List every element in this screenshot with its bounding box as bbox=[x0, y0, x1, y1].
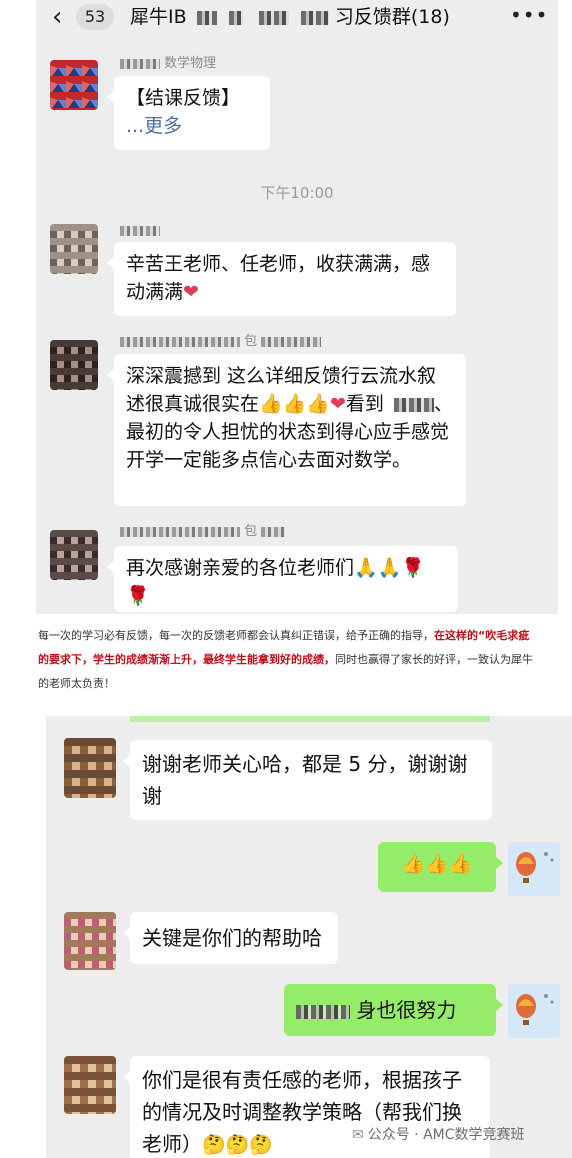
caption-highlight: 的要求下，学生的成绩渐渐上升，最终学生能拿到好的成绩， bbox=[38, 653, 335, 666]
message-bubble-self[interactable]: 身也很努力 bbox=[284, 984, 503, 1036]
message-text: 关键是你们的帮助哈 bbox=[142, 926, 322, 950]
caption-highlight: 在这样的“吹毛求疵 bbox=[434, 629, 530, 642]
avatar[interactable] bbox=[50, 60, 98, 110]
hot-air-balloon-icon bbox=[508, 984, 560, 1038]
redacted-text bbox=[261, 336, 322, 347]
partial-bubble bbox=[130, 716, 490, 722]
chat-title-suffix: 习反馈群(18) bbox=[334, 6, 450, 28]
message-bubble[interactable]: 关键是你们的帮助哈 bbox=[123, 912, 338, 964]
caption-paragraph: 每一次的学习必有反馈，每一次的反馈老师都会认真纠正错误，给予正确的指导，在这样的… bbox=[38, 624, 572, 696]
redacted-text bbox=[393, 397, 434, 412]
message-text: 【结课反馈】 bbox=[126, 87, 241, 109]
redacted-text bbox=[120, 225, 160, 236]
redacted-text bbox=[261, 526, 286, 537]
message-bubble[interactable]: 再次感谢亲爱的各位老师们🙏🙏🌹🌹 bbox=[107, 546, 458, 612]
message-text: 谢谢老师关心哈，都是 5 分，谢谢谢谢 bbox=[142, 752, 468, 808]
wechat-icon: ✉ bbox=[352, 1127, 364, 1143]
caption-text: 的老师太负责！ bbox=[38, 677, 115, 690]
top-chat-screenshot: ‹ 53 犀牛IB 习反馈群(18) ••• 数学物理 【结课反馈】 ...更多… bbox=[36, 0, 558, 614]
heart-icon: ❤ bbox=[183, 281, 199, 303]
message-text: 辛苦王老师、任老师，收获满满，感动满满 bbox=[126, 253, 431, 303]
heart-icon: ❤ bbox=[330, 393, 346, 415]
message-bubble[interactable]: 深深震撼到 这么详细反馈行云流水叙述很真诚很实在👍👍👍❤看到 、最初的令人担忧的… bbox=[107, 354, 466, 506]
avatar[interactable] bbox=[50, 530, 98, 580]
redacted-text bbox=[196, 10, 217, 25]
message-bubble[interactable]: 【结课反馈】 ...更多 bbox=[107, 76, 270, 150]
message-text: 再次感谢亲爱的各位老师们 bbox=[126, 557, 355, 579]
redacted-text bbox=[120, 526, 240, 537]
chat-title-prefix: 犀牛IB bbox=[130, 6, 187, 28]
ellipsis-icon[interactable]: ••• bbox=[510, 2, 548, 28]
chevron-left-icon[interactable]: ‹ bbox=[52, 4, 62, 30]
avatar[interactable] bbox=[64, 912, 116, 970]
avatar[interactable] bbox=[50, 340, 98, 390]
chat-navbar: ‹ 53 犀牛IB 习反馈群(18) ••• bbox=[36, 0, 558, 34]
redacted-text bbox=[228, 10, 243, 25]
avatar[interactable] bbox=[64, 738, 116, 798]
chat-title: 犀牛IB 习反馈群(18) bbox=[130, 4, 450, 30]
thumbs-up-icon: 👍👍👍 bbox=[401, 853, 473, 875]
message-text: 身也很努力 bbox=[356, 998, 457, 1022]
bottom-chat-screenshot: 谢谢老师关心哈，都是 5 分，谢谢谢谢 👍👍👍 关键是你们的帮助哈 身也很努力 bbox=[46, 716, 572, 1158]
sender-name: 包 bbox=[120, 524, 286, 540]
avatar[interactable] bbox=[64, 1056, 116, 1114]
sender-name: 数学物理 bbox=[120, 56, 216, 72]
caption-text: 同时也赢得了家长的好评，一致认为犀牛 bbox=[335, 653, 533, 666]
avatar[interactable] bbox=[50, 224, 98, 274]
redacted-text bbox=[300, 10, 329, 25]
redacted-text bbox=[258, 10, 289, 25]
message-text: 看到 bbox=[345, 393, 384, 415]
avatar-self[interactable] bbox=[508, 842, 560, 896]
more-link[interactable]: ...更多 bbox=[126, 112, 258, 140]
message-bubble-self[interactable]: 👍👍👍 bbox=[378, 842, 503, 892]
thumbs-up-icon: 👍👍👍 bbox=[259, 393, 330, 415]
praying-hands-icon: 🙏🙏 bbox=[354, 557, 402, 579]
redacted-text bbox=[120, 58, 160, 69]
message-bubble[interactable]: 谢谢老师关心哈，都是 5 分，谢谢谢谢 bbox=[123, 740, 492, 820]
caption-text: 每一次的学习必有反馈，每一次的反馈老师都会认真纠正错误，给予正确的指导， bbox=[38, 629, 434, 642]
redacted-text bbox=[296, 1004, 350, 1019]
unread-count-badge[interactable]: 53 bbox=[76, 4, 114, 30]
message-bubble[interactable]: 辛苦王老师、任老师，收获满满，感动满满❤ bbox=[107, 242, 456, 316]
sender-name: 包 bbox=[120, 334, 322, 350]
watermark: ✉ 公众号 · AMC数学竞赛班 bbox=[352, 1127, 525, 1143]
sender-name bbox=[120, 223, 160, 239]
thinking-face-icon: 🤔🤔🤔 bbox=[202, 1134, 273, 1156]
timestamp: 下午10:00 bbox=[260, 184, 334, 202]
hot-air-balloon-icon bbox=[508, 842, 560, 896]
redacted-text bbox=[120, 336, 240, 347]
avatar-self[interactable] bbox=[508, 984, 560, 1038]
